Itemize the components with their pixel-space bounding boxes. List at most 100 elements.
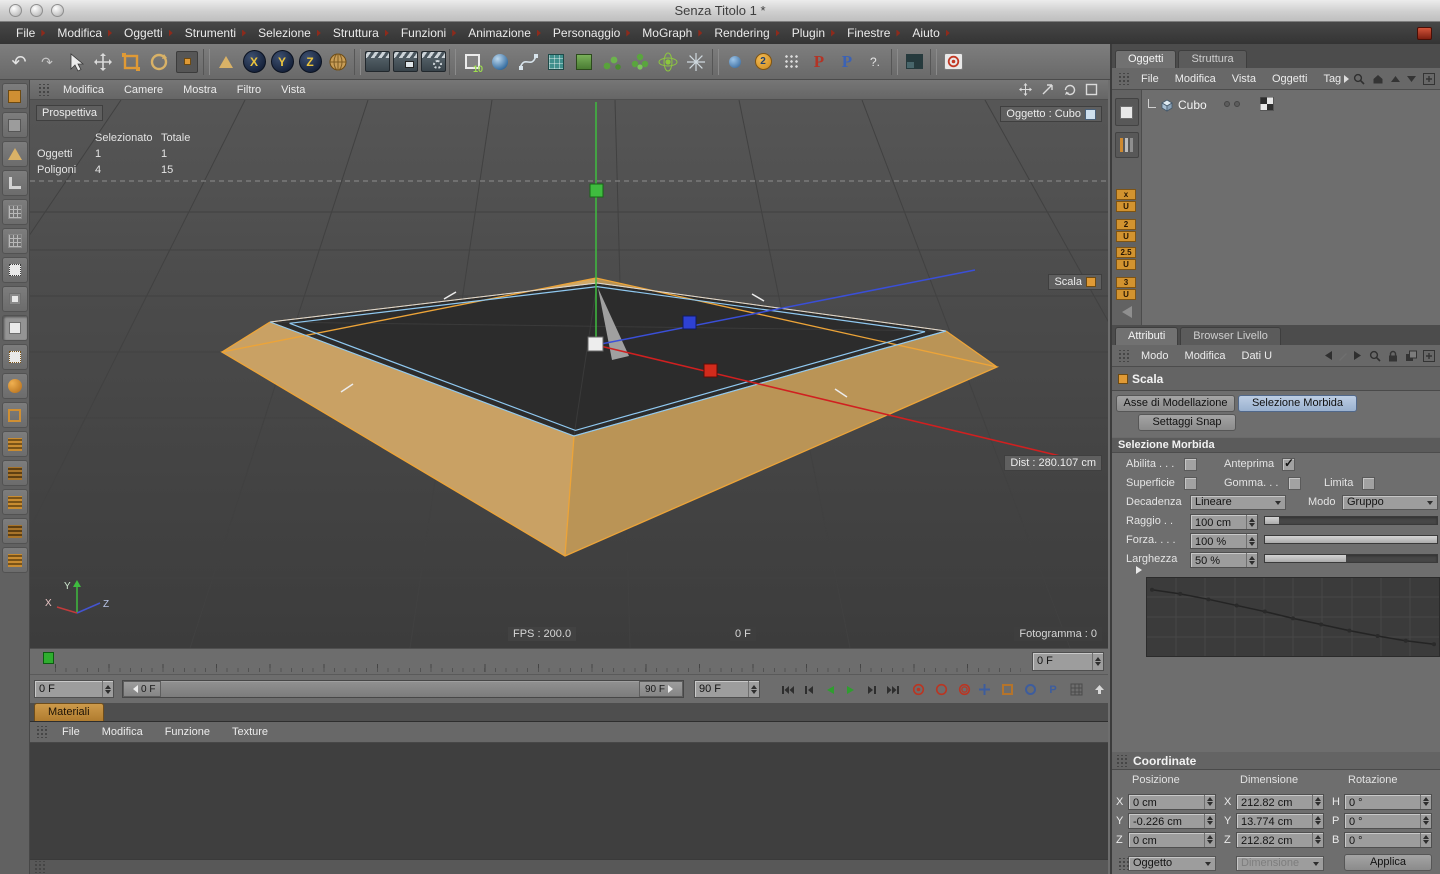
add-panel-icon[interactable] [1423, 73, 1435, 85]
falloff-graph[interactable] [1146, 577, 1440, 657]
rotation-field[interactable]: 0 ° [1344, 794, 1432, 810]
scale-tool-icon[interactable] [117, 47, 145, 76]
chevron-down-icon[interactable] [1407, 76, 1416, 82]
snap-settings-icon[interactable] [2, 460, 28, 486]
dots-grid-icon[interactable] [777, 47, 805, 76]
forward-arrow-icon[interactable] [1354, 351, 1363, 360]
help-icon[interactable]: ?. [861, 47, 889, 76]
om-menu-file[interactable]: File [1133, 73, 1167, 85]
limita-checkbox[interactable] [1362, 477, 1375, 490]
stepper[interactable] [1092, 653, 1103, 670]
array-icon[interactable] [598, 47, 626, 76]
pen-sphere-icon[interactable] [486, 47, 514, 76]
render-visibility-dot[interactable] [1234, 101, 1240, 107]
redo-icon[interactable]: ↷ [33, 47, 61, 76]
normal-move-icon[interactable] [2, 402, 28, 428]
dimensione-dropdown[interactable]: Dimensione [1236, 856, 1324, 871]
dynamics-icon[interactable] [654, 47, 682, 76]
decadenza-dropdown[interactable]: Lineare [1190, 495, 1286, 510]
use-polygon-mode-icon[interactable] [2, 315, 28, 341]
om-menu-oggetti[interactable]: Oggetti [1264, 73, 1315, 85]
stepper[interactable] [1246, 534, 1257, 548]
tab-oggetti[interactable]: Oggetti [1115, 50, 1176, 68]
menubar-item[interactable]: Animazione [460, 22, 545, 44]
raggio-field[interactable]: 100 cm [1190, 514, 1258, 530]
spline-pen-icon[interactable] [514, 47, 542, 76]
editor-visibility-dot[interactable] [1224, 101, 1230, 107]
close-button[interactable] [9, 4, 22, 17]
keyframe-selection-button[interactable] [954, 680, 974, 699]
menubar-item[interactable]: File [8, 22, 49, 44]
menubar-item[interactable]: Rendering [706, 22, 783, 44]
menubar-item[interactable]: Personaggio [545, 22, 634, 44]
key-scale-toggle[interactable] [997, 680, 1017, 699]
key-pla-toggle[interactable] [1066, 680, 1086, 699]
xpresso-icon[interactable] [900, 47, 928, 76]
use-texture-mode-icon[interactable] [2, 373, 28, 399]
subdivision-surface-icon[interactable] [542, 47, 570, 76]
dolly-view-icon[interactable] [1041, 83, 1054, 96]
field-sphere-icon[interactable] [721, 47, 749, 76]
larghezza-slider[interactable] [1264, 554, 1438, 563]
settaggi-snap-button[interactable]: Settaggi Snap [1138, 414, 1236, 431]
menubar-item[interactable]: Oggetti [116, 22, 177, 44]
position-field[interactable]: -0.226 cm [1128, 813, 1216, 829]
rotation-field[interactable]: 0 ° [1344, 832, 1432, 848]
add-panel-icon[interactable] [1423, 350, 1435, 362]
dimension-field[interactable]: 13.774 cm [1236, 813, 1324, 829]
use-edge-mode-icon[interactable] [2, 286, 28, 312]
stepper[interactable] [1204, 814, 1215, 828]
timeline-ruler[interactable]: 0 F [30, 648, 1108, 674]
panel-grip[interactable] [1115, 755, 1128, 767]
prompt-blue-icon[interactable]: P [833, 47, 861, 76]
lock-icon[interactable] [1387, 350, 1399, 362]
forza-field[interactable]: 100 % [1190, 533, 1258, 549]
menubar-item[interactable]: Struttura [325, 22, 393, 44]
axis-bars-tile[interactable] [1115, 132, 1139, 158]
render-settings-icon[interactable] [419, 47, 447, 76]
larghezza-field[interactable]: 50 % [1190, 552, 1258, 568]
view-label[interactable]: Prospettiva [36, 105, 103, 121]
object-row-cubo[interactable]: Cubo [1148, 97, 1207, 113]
am-menu-dati-utente[interactable]: Dati U [1234, 350, 1281, 362]
key-position-toggle[interactable] [974, 680, 994, 699]
use-point-mode-icon[interactable] [2, 257, 28, 283]
axis-modify-icon[interactable] [212, 47, 240, 76]
stepper[interactable] [1312, 814, 1323, 828]
falloff-curve-plot[interactable] [1147, 578, 1439, 656]
subdivision-badge[interactable]: 2U [1116, 218, 1136, 243]
minimize-button[interactable] [30, 4, 43, 17]
use-animation-mode-icon[interactable] [2, 344, 28, 370]
render-view-icon[interactable] [363, 47, 391, 76]
goto-end-button[interactable] [883, 680, 903, 699]
raggio-slider[interactable] [1264, 516, 1438, 525]
range-start-handle[interactable]: 0 F [123, 681, 161, 697]
position-field[interactable]: 0 cm [1128, 794, 1216, 810]
menubar-item[interactable]: Finestre [839, 22, 904, 44]
stepper[interactable] [1312, 795, 1323, 809]
abilita-checkbox[interactable] [1184, 458, 1197, 471]
play-backward-button[interactable] [820, 680, 840, 699]
toggle-view-icon[interactable] [1085, 83, 1098, 96]
comment-icon[interactable]: 2 [749, 47, 777, 76]
workplane-icon[interactable] [2, 199, 28, 225]
stepper[interactable] [748, 681, 759, 697]
simulation-icon[interactable] [682, 47, 710, 76]
menubar-item[interactable]: Modifica [49, 22, 116, 44]
materials-menu-texture[interactable]: Texture [221, 726, 279, 738]
coordinate-system-icon[interactable] [324, 47, 352, 76]
rotation-field[interactable]: 0 ° [1344, 813, 1432, 829]
viewport-menu-camere[interactable]: Camere [114, 84, 173, 96]
om-menu-vista[interactable]: Vista [1224, 73, 1264, 85]
tab-attributi[interactable]: Attributi [1115, 327, 1178, 345]
autokey-button[interactable] [931, 680, 951, 699]
mograph-cloner-icon[interactable] [626, 47, 654, 76]
panel-grip[interactable] [33, 861, 46, 873]
viewport-menu-vista[interactable]: Vista [271, 84, 315, 96]
layers-icon[interactable] [1405, 350, 1417, 362]
menubar-item[interactable]: Selezione [250, 22, 325, 44]
anteprima-checkbox[interactable] [1282, 458, 1295, 471]
section-selezione-morbida[interactable]: Selezione Morbida [1112, 437, 1440, 453]
stepper[interactable] [1246, 553, 1257, 567]
search-icon[interactable] [1369, 350, 1381, 362]
